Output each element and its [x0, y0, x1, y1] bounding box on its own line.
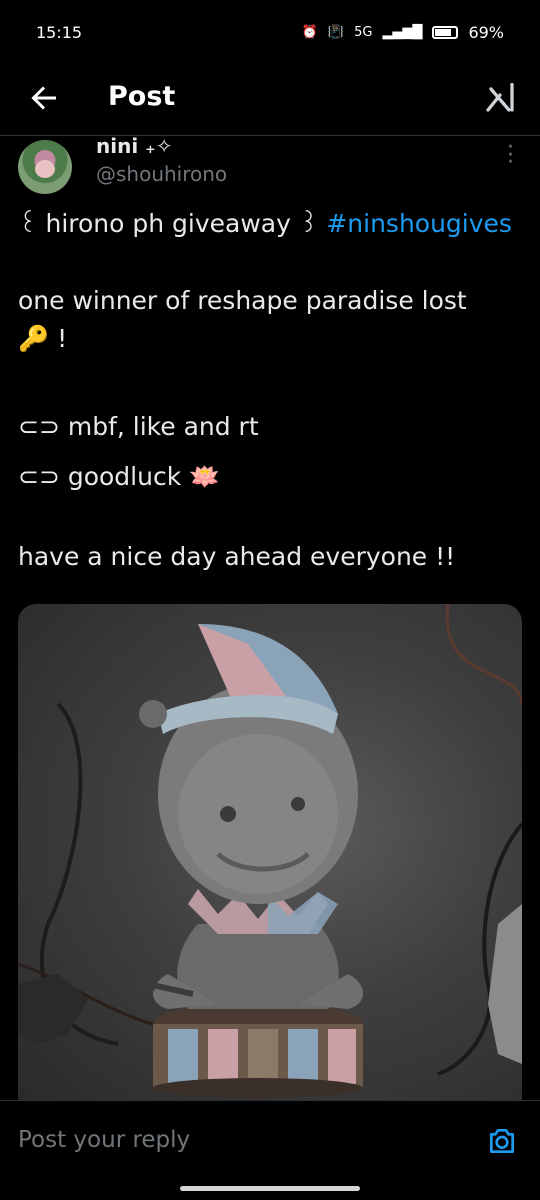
battery-percent: 69% — [468, 22, 504, 42]
post-text-line: ⊂⊃ goodluck 🪷 — [18, 462, 221, 491]
status-icons: ⏰ 📳 5G ▂▄▆█ 69% — [302, 23, 504, 42]
page-title: Post — [108, 81, 176, 112]
post-text-line: have a nice day ahead everyone !! — [18, 542, 456, 571]
post-text-line: ⊂⊃ mbf, like and rt — [18, 412, 259, 441]
post-image[interactable] — [18, 604, 522, 1100]
top-app-bar: Post — [0, 64, 540, 136]
home-indicator[interactable] — [180, 1186, 360, 1191]
grok-icon[interactable] — [482, 80, 518, 116]
author-name[interactable]: nini ₊✧ — [96, 134, 172, 158]
arrow-left-icon[interactable] — [26, 80, 62, 116]
signal-icon: ▂▄▆█ — [382, 24, 423, 40]
status-bar: 15:15 ⏰ 📳 5G ▂▄▆█ 69% — [0, 0, 540, 64]
camera-icon[interactable] — [486, 1125, 518, 1157]
reply-bar: Post your reply — [0, 1100, 540, 1181]
author-handle[interactable]: @shouhirono — [96, 162, 227, 186]
post-text-line: 🔑 ! — [18, 324, 68, 353]
vibrate-icon: 📳 — [327, 24, 345, 40]
post-author: nini ₊✧ @shouhirono · · · — [18, 134, 522, 196]
post-text-line: one winner of reshape paradise lost — [18, 286, 467, 315]
alarm-icon: ⏰ — [301, 24, 318, 40]
post-text-line: ꒰ hirono ph giveaway ꒱ #ninshougives — [18, 209, 512, 238]
status-time: 15:15 — [36, 22, 83, 42]
figure-illustration — [18, 604, 522, 1098]
reply-input[interactable]: Post your reply — [18, 1127, 190, 1153]
more-options-icon[interactable]: · · · — [507, 136, 514, 173]
battery-icon — [432, 25, 459, 39]
hashtag-link[interactable]: #ninshougives — [326, 209, 512, 238]
avatar[interactable] — [18, 140, 72, 194]
network-label: 5G — [354, 24, 373, 40]
